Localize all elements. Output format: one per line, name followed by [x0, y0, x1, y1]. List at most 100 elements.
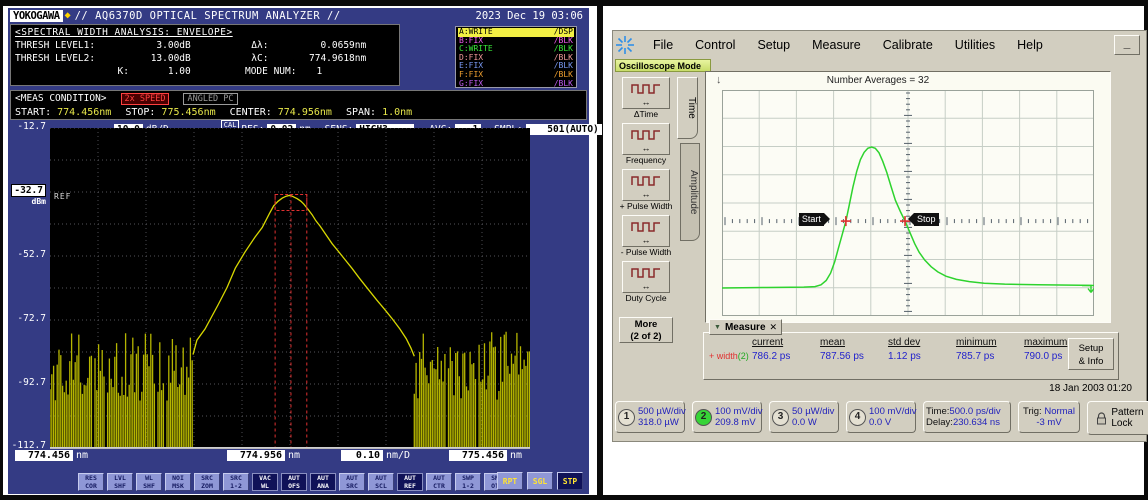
- y-label-4: -92.7: [17, 377, 46, 388]
- agilent-logo-icon: [616, 36, 634, 54]
- channel-1-indicator: 1: [618, 408, 635, 426]
- delay-value: 230.634 ns: [952, 417, 1000, 428]
- softkey-src-zom[interactable]: SRC ZOM: [194, 473, 220, 491]
- measure-value: 787.56 ps: [820, 351, 864, 362]
- channel-4-scale: 100 mV/div 0.0 V: [869, 406, 917, 428]
- runkey-rpt[interactable]: RPT: [497, 472, 523, 490]
- ref-line-label: REF: [54, 192, 72, 201]
- measure-value: 785.7 ps: [956, 351, 995, 362]
- menu-setup[interactable]: Setup: [757, 38, 790, 52]
- menu-control[interactable]: Control: [695, 38, 735, 52]
- stop-value[interactable]: 775.456nm: [161, 107, 215, 118]
- softkey-noi-msk[interactable]: NOI MSK: [165, 473, 191, 491]
- sidebar-item---pulse-width: ↔ - Pulse Width: [617, 215, 675, 257]
- softkey-swp-1-2[interactable]: SWP 1-2: [455, 473, 481, 491]
- center-label: CENTER:: [229, 106, 272, 118]
- measure-header: std dev: [888, 337, 921, 348]
- yokogawa-logo: YOKOGAWA: [10, 9, 63, 22]
- channel-2-button[interactable]: 2 100 mV/div 209.8 mV: [692, 401, 763, 433]
- measure-button---pulse-width[interactable]: ↔: [622, 169, 670, 201]
- softkey-wl-shf[interactable]: WL SHF: [136, 473, 162, 491]
- measure-button-frequency[interactable]: ↔: [622, 123, 670, 155]
- pattern-label-2: Lock: [1111, 418, 1133, 429]
- measure-button--time[interactable]: ↔: [622, 77, 670, 109]
- setup-info-button[interactable]: Setup & Info: [1068, 338, 1114, 370]
- smpl-value[interactable]: 501(AUTO): [525, 124, 602, 135]
- sidebar-item-frequency: ↔ Frequency: [617, 123, 675, 165]
- measure-button-duty-cycle[interactable]: ↔: [622, 261, 670, 293]
- more-button[interactable]: More (2 of 2): [619, 317, 673, 343]
- menu-file[interactable]: File: [653, 38, 673, 52]
- runkey-stp[interactable]: STP: [557, 472, 583, 490]
- softkey-vac-wl[interactable]: VAC WL: [252, 473, 278, 491]
- channel-1-scale: 500 µW/div 318.0 µW: [638, 406, 686, 428]
- trig-mode: Normal: [1044, 406, 1075, 417]
- menu-measure[interactable]: Measure: [812, 38, 861, 52]
- span-value[interactable]: 1.0nm: [382, 107, 412, 118]
- width-arrow-icon: ↔: [641, 280, 651, 291]
- stop-marker[interactable]: Stop: [908, 213, 939, 227]
- speed-badge: 2x SPEED: [120, 92, 170, 105]
- softkey-res-cor[interactable]: RES COR: [78, 473, 104, 491]
- measure-col-current: current 786.2 ps: [752, 337, 818, 362]
- softkey-aut-ofs[interactable]: AUT OFS: [281, 473, 307, 491]
- number-averages-readout: Number Averages = 32: [826, 75, 930, 86]
- channel-4-indicator: 4: [849, 408, 866, 426]
- width-arrow-icon: ↔: [641, 188, 651, 199]
- start-value[interactable]: 774.456nm: [57, 107, 111, 118]
- trig-level: -3 mV: [1036, 417, 1062, 428]
- time-label: Time:: [926, 406, 950, 417]
- oscilloscope-mode-selector[interactable]: Oscilloscope Mode: [615, 59, 711, 72]
- tab-amplitude[interactable]: Amplitude: [680, 143, 700, 241]
- measure-value: 1.12 ps: [888, 351, 921, 362]
- x-center-value[interactable]: 774.956: [227, 450, 285, 461]
- softkey-src-1-2[interactable]: SRC 1-2: [223, 473, 249, 491]
- x-stop-value[interactable]: 775.456: [449, 450, 507, 461]
- menu-utilities[interactable]: Utilities: [955, 38, 995, 52]
- setup-line1: Setup: [1078, 343, 1104, 354]
- frame-divider: [597, 0, 603, 500]
- frame-top: [0, 0, 1148, 6]
- x-start-value[interactable]: 774.456: [15, 450, 73, 461]
- sidebar-button-label: Frequency: [625, 155, 667, 165]
- channel-1-button[interactable]: 1 500 µW/div 318.0 µW: [615, 401, 686, 433]
- menu-calibrate[interactable]: Calibrate: [883, 38, 933, 52]
- x-scale-value[interactable]: 0.10: [341, 450, 383, 461]
- ref-level-readout[interactable]: -32.7 dBm: [11, 184, 46, 206]
- softkey-aut-scl[interactable]: AUT SCL: [368, 473, 394, 491]
- tab-time[interactable]: Time: [677, 77, 698, 139]
- runkey-sgl[interactable]: SGL: [527, 472, 553, 490]
- trigger-button[interactable]: Trig: Normal -3 mV: [1018, 401, 1080, 433]
- analysis-row-1: THRESH LEVEL1: 3.00dB Δλ: 0.0659nm: [15, 39, 395, 52]
- osa-screen: YOKOGAWA ◆ // AQ6370D OPTICAL SPECTRUM A…: [8, 8, 602, 494]
- thresh2-value: 13.00dB: [150, 53, 191, 64]
- menu-help[interactable]: Help: [1017, 38, 1043, 52]
- softkey-aut-ana[interactable]: AUT ANA: [310, 473, 336, 491]
- time-value: 500.0 ps/div: [949, 406, 1001, 417]
- x-center-unit: nm: [288, 450, 301, 461]
- measure-tab[interactable]: ▼ Measure ✕: [709, 319, 783, 335]
- trace-status-row[interactable]: G:FIX/BLK: [458, 79, 574, 89]
- measure-value: 786.2 ps: [752, 351, 791, 362]
- pattern-lock-button[interactable]: Pattern Lock: [1087, 401, 1148, 435]
- thresh1-value: 3.00dB: [156, 40, 191, 51]
- measure-panel: + width(2) current 786.2 ps mean 787.56 ps s…: [703, 332, 1119, 380]
- minimize-button[interactable]: _: [1114, 35, 1140, 55]
- softkey-lvl-shf[interactable]: LVL SHF: [107, 473, 133, 491]
- measure-button---pulse-width[interactable]: ↔: [622, 215, 670, 247]
- channel-3-button[interactable]: 3 50 µW/div 0.0 W: [769, 401, 839, 433]
- lambda-c-value: 774.9618nm: [309, 53, 367, 64]
- close-icon[interactable]: ✕: [770, 322, 778, 333]
- thresh2-label: THRESH LEVEL2:: [15, 53, 96, 64]
- start-marker[interactable]: Start: [798, 213, 830, 227]
- ref-level-unit: dBm: [31, 197, 46, 206]
- measure-row-label[interactable]: + width(2): [709, 351, 749, 361]
- center-value[interactable]: 774.956nm: [278, 107, 332, 118]
- softkey-aut-src[interactable]: AUT SRC: [339, 473, 365, 491]
- channel-4-button[interactable]: 4 100 mV/div 0.0 V: [846, 401, 917, 433]
- collapse-icon[interactable]: ▼: [714, 324, 721, 331]
- softkey-aut-ref[interactable]: AUT REF: [397, 473, 423, 491]
- softkey-aut-ctr[interactable]: AUT CTR: [426, 473, 452, 491]
- timebase-button[interactable]: Time:500.0 ps/div Delay:230.634 ns: [923, 401, 1011, 433]
- measure-col-mean: mean 787.56 ps: [820, 337, 886, 362]
